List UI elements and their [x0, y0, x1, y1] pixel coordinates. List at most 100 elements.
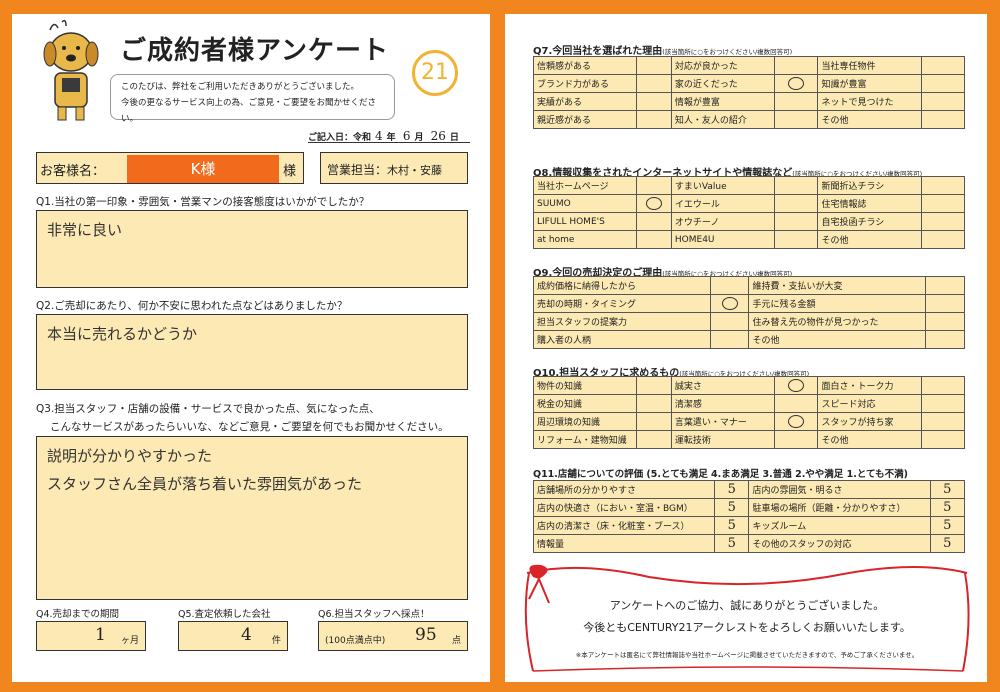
- q11-option-label: 店舗場所の分かりやすさ: [532, 480, 716, 499]
- q11-answer-cell[interactable]: 5: [929, 534, 965, 553]
- q7-answer-cell[interactable]: [920, 110, 966, 129]
- q10-option-label: スピード対応: [817, 394, 922, 413]
- q9-option-label: 売却の時期・タイミング: [533, 294, 711, 313]
- q10-answer-cell[interactable]: [920, 376, 966, 395]
- table-row: 周辺環境の知識 言葉遣い・マナー スタッフが持ち家: [532, 412, 966, 431]
- q11-answer-cell[interactable]: 5: [714, 534, 750, 553]
- q7-option-label: その他: [817, 110, 922, 129]
- q7-option-label: 実績がある: [532, 92, 638, 111]
- q8-option-label: 新聞折込チラシ: [817, 176, 922, 195]
- q10-answer-cell[interactable]: [920, 430, 966, 449]
- table-row: 担当スタッフの提案力 住み替え先の物件が見つかった: [533, 312, 965, 331]
- q9-answer-cell[interactable]: [925, 312, 965, 331]
- q7-table: 信頼感がある 対応が良かった 当社専任物件 ブランド力がある 家の近くだった 知識が豊富実…: [532, 56, 966, 129]
- q9-answer-cell[interactable]: [709, 294, 750, 313]
- q11-answer-cell[interactable]: 5: [929, 498, 965, 517]
- q10-answer-cell[interactable]: [774, 430, 819, 449]
- q7-answer-cell[interactable]: [636, 92, 672, 111]
- q7-answer-cell[interactable]: [920, 56, 966, 75]
- q11-answer-cell[interactable]: 5: [714, 480, 750, 499]
- q7-answer-cell[interactable]: [920, 92, 966, 111]
- q9-answer-cell[interactable]: [925, 276, 965, 295]
- q7-answer-cell[interactable]: [636, 56, 672, 75]
- q11-answer-cell[interactable]: 5: [714, 498, 750, 517]
- sales-staff-field: 営業担当：木村・安藤: [320, 152, 468, 184]
- q9-answer-cell[interactable]: [709, 276, 750, 295]
- q11-table: 店舗場所の分かりやすさ 5 店内の雰囲気・明るさ 5 店内の快適さ（におい・室温・BGM…: [532, 480, 965, 553]
- q8-answer-cell[interactable]: [636, 194, 672, 213]
- staff-names: 木村・安藤: [387, 164, 443, 177]
- q11-answer-cell[interactable]: 5: [929, 480, 965, 499]
- q8-answer-cell[interactable]: [920, 230, 966, 249]
- circle-mark-icon: [788, 415, 805, 428]
- q10-option-label: その他: [817, 430, 922, 449]
- q8-answer-cell[interactable]: [920, 212, 966, 231]
- q8-answer-cell[interactable]: [920, 194, 966, 213]
- q8-option-label: LIFULL HOME'S: [532, 212, 638, 231]
- q7-answer-cell[interactable]: [774, 74, 819, 93]
- circle-mark-icon: [646, 197, 663, 210]
- q8-option-label: 当社ホームページ: [532, 176, 638, 195]
- q8-answer-cell[interactable]: [774, 230, 819, 249]
- q7-answer-cell[interactable]: [774, 56, 819, 75]
- q10-answer-cell[interactable]: [774, 412, 819, 431]
- q9-option-label: 成約価格に納得したから: [533, 276, 711, 295]
- table-row: 店内の清潔さ（床・化粧室・ブース） 5 キッズルーム 5: [532, 516, 965, 535]
- q7-answer-cell[interactable]: [774, 110, 819, 129]
- customer-name-field: お客様名： K様 様: [36, 152, 304, 184]
- circle-mark-icon: [721, 297, 738, 310]
- q10-answer-cell[interactable]: [774, 376, 819, 395]
- q10-option-label: 税金の知識: [532, 394, 638, 413]
- q8-answer-cell[interactable]: [774, 176, 819, 195]
- page-title: ご成約者様アンケート: [120, 36, 389, 66]
- q4-value: 1: [95, 625, 106, 645]
- table-row: 情報量 5 その他のスタッフの対応 5: [532, 534, 965, 553]
- q8-answer-cell[interactable]: [774, 194, 819, 213]
- q8-answer-cell[interactable]: [636, 176, 672, 195]
- q5-answer-box: 4 件: [178, 621, 288, 651]
- q10-answer-cell[interactable]: [636, 412, 672, 431]
- q6-label: Q6.担当スタッフへ採点！: [318, 609, 430, 620]
- q8-answer-cell[interactable]: [774, 212, 819, 231]
- q11-answer-cell[interactable]: 5: [929, 516, 965, 535]
- q10-answer-cell[interactable]: [920, 394, 966, 413]
- q5-label: Q5.査定依頼した会社: [178, 609, 271, 620]
- q8-answer-cell[interactable]: [636, 230, 672, 249]
- q8-option-label: その他: [817, 230, 922, 249]
- q10-answer-cell[interactable]: [774, 394, 819, 413]
- q9-answer-cell[interactable]: [925, 294, 965, 313]
- q7-option-label: ブランド力がある: [532, 74, 638, 93]
- q7-answer-cell[interactable]: [920, 74, 966, 93]
- q8-answer-cell[interactable]: [920, 176, 966, 195]
- q9-answer-cell[interactable]: [709, 330, 750, 349]
- q7-answer-cell[interactable]: [636, 110, 672, 129]
- q7-answer-cell[interactable]: [774, 92, 819, 111]
- circle-mark-icon: [788, 77, 805, 90]
- q5-unit: 件: [271, 636, 281, 646]
- q10-option-label: 誠実さ: [670, 376, 776, 395]
- q7-option-label: 対応が良かった: [670, 56, 776, 75]
- survey-right-page: Q7.今回当社を選ばれた理由(該当箇所に○をおつけください/複数回答可) 信頼感…: [505, 14, 987, 682]
- staff-label: 営業担当：: [327, 163, 388, 177]
- q8-answer-cell[interactable]: [636, 212, 672, 231]
- table-row: 信頼感がある 対応が良かった 当社専任物件: [532, 56, 966, 75]
- q7-answer-cell[interactable]: [636, 74, 672, 93]
- q11-answer-cell[interactable]: 5: [714, 516, 750, 535]
- q11-option-label: キッズルーム: [748, 516, 931, 535]
- thanks-line1: アンケートへのご協力、誠にありがとうございました。: [609, 599, 885, 612]
- q8-option-label: 自宅投函チラシ: [817, 212, 922, 231]
- q10-answer-cell[interactable]: [636, 376, 672, 395]
- q10-option-label: リフォーム・建物知識: [532, 430, 638, 449]
- q9-answer-cell[interactable]: [709, 312, 750, 331]
- q4-label: Q4.売却までの期間: [36, 609, 120, 620]
- q6-prefix: (100点満点中): [325, 636, 386, 646]
- q9-option-label: 購入者の人柄: [533, 330, 711, 349]
- table-row: 物件の知識 誠実さ 面白さ・トーク力: [532, 376, 966, 395]
- q10-answer-cell[interactable]: [636, 394, 672, 413]
- thanks-note: ※本アンケートは匿名にて弊社情報誌や当社ホームページに掲載させていただきますので…: [575, 651, 919, 659]
- q10-answer-cell[interactable]: [920, 412, 966, 431]
- q2-answer: 本当に売れるかどうか: [47, 325, 198, 343]
- q3-question-line2: こんなサービスがあったらいいな、などご意見・ご要望を何でもお聞かせください。: [50, 421, 449, 433]
- q9-answer-cell[interactable]: [925, 330, 965, 349]
- q10-answer-cell[interactable]: [636, 430, 672, 449]
